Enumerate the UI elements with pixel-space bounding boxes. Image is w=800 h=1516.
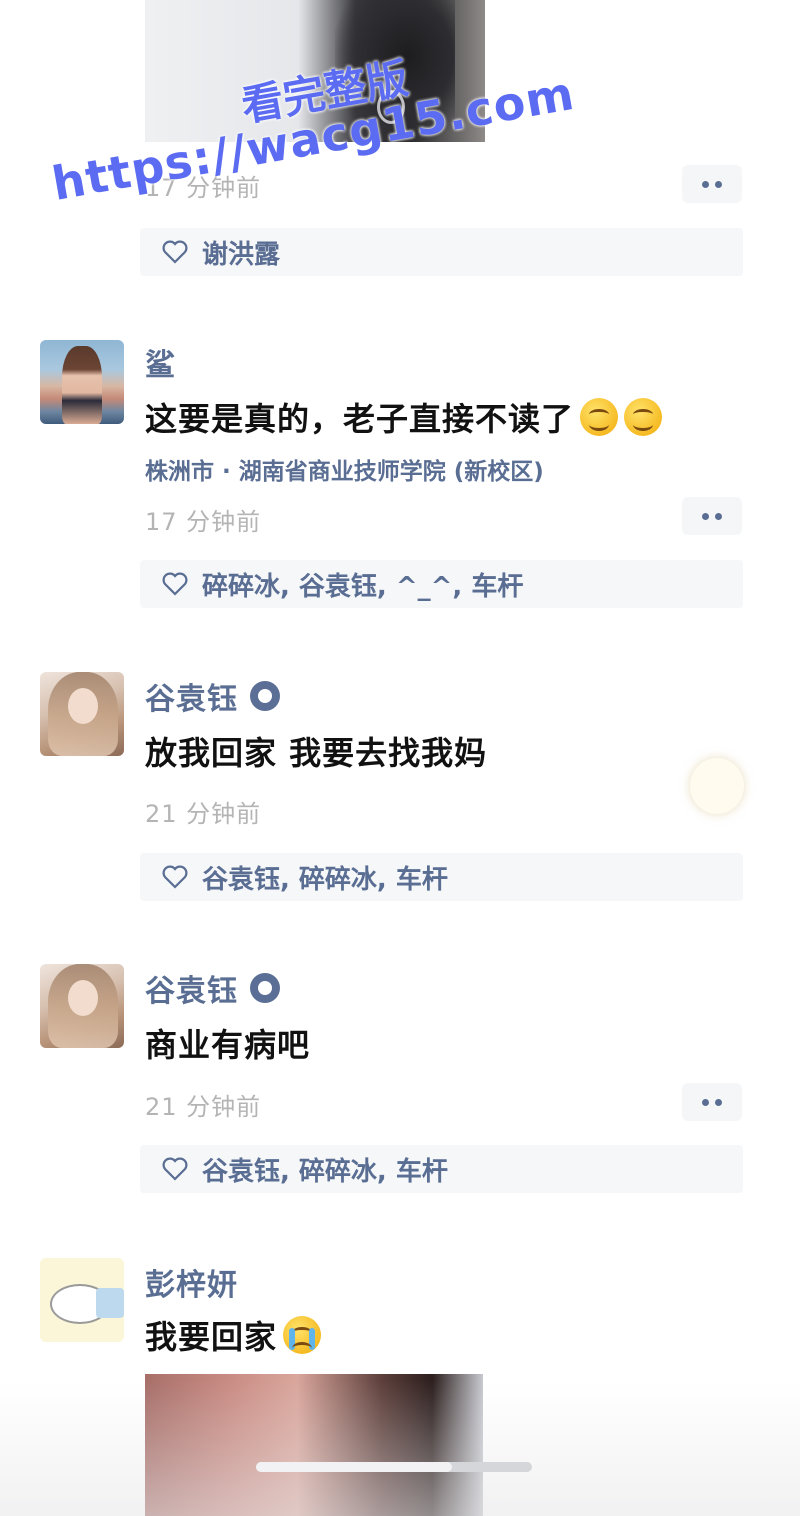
post-photo[interactable] xyxy=(145,1374,483,1516)
likes-bar: 谷袁钰, 碎碎冰, 车杆 xyxy=(140,1145,743,1193)
comment-text: 放我回家 我要去找我妈 xyxy=(145,734,488,772)
comment-content: 放我回家 我要去找我妈 xyxy=(145,728,487,774)
more-options-button[interactable] xyxy=(682,1083,742,1121)
likes-names[interactable]: 谢洪露 xyxy=(202,234,280,271)
location-link[interactable]: 株洲市 · 湖南省商业技师学院 (新校区) xyxy=(145,452,544,486)
username[interactable]: 谷袁钰 xyxy=(145,966,280,1010)
dot-icon xyxy=(715,1098,722,1106)
dot-icon xyxy=(702,180,709,188)
dot-icon xyxy=(702,512,709,520)
home-indicator-highlight xyxy=(256,1462,452,1472)
comment-content: 这要是真的，老子直接不读了 xyxy=(145,394,663,440)
more-options-button[interactable] xyxy=(682,165,742,203)
username[interactable]: 谷袁钰 xyxy=(145,674,280,718)
likes-names[interactable]: 碎碎冰, 谷袁钰, ^_^, 车杆 xyxy=(202,566,523,603)
username-text[interactable]: 谷袁钰 xyxy=(145,674,238,718)
heart-icon[interactable] xyxy=(162,1157,188,1181)
likes-names[interactable]: 谷袁钰, 碎碎冰, 车杆 xyxy=(202,859,448,896)
dot-icon xyxy=(715,512,722,520)
more-options-button[interactable] xyxy=(682,497,742,535)
smile-emoji-icon xyxy=(624,398,663,436)
comment-text: 这要是真的，老子直接不读了 xyxy=(145,400,575,438)
comment-content: 我要回家 xyxy=(145,1312,322,1358)
dot-icon xyxy=(715,180,722,188)
comment-content: 商业有病吧 xyxy=(145,1020,310,1066)
heart-icon[interactable] xyxy=(162,865,188,889)
likes-names[interactable]: 谷袁钰, 碎碎冰, 车杆 xyxy=(202,1151,448,1188)
dot-icon xyxy=(702,1098,709,1106)
post-time: 21 分钟前 xyxy=(145,800,262,828)
avatar[interactable] xyxy=(40,340,124,424)
vip-badge-icon xyxy=(250,681,280,711)
likes-bar: 谷袁钰, 碎碎冰, 车杆 xyxy=(140,853,743,901)
likes-bar: 碎碎冰, 谷袁钰, ^_^, 车杆 xyxy=(140,560,743,608)
vip-badge-icon xyxy=(250,973,280,1003)
username-text[interactable]: 谷袁钰 xyxy=(145,966,238,1010)
likes-bar: 谢洪露 xyxy=(140,228,743,276)
username[interactable]: 鲨 xyxy=(145,340,176,384)
comment-text: 我要回家 xyxy=(145,1318,278,1356)
crying-emoji-icon xyxy=(283,1316,322,1354)
avatar[interactable] xyxy=(40,672,124,756)
post-time: 17 分钟前 xyxy=(145,508,262,536)
username[interactable]: 彭梓妍 xyxy=(145,1260,238,1304)
heart-icon[interactable] xyxy=(162,240,188,264)
floating-sticker-icon[interactable] xyxy=(690,758,744,814)
avatar[interactable] xyxy=(40,1258,124,1342)
smile-emoji-icon xyxy=(580,398,619,436)
comment-text: 商业有病吧 xyxy=(145,1026,311,1064)
post-time: 21 分钟前 xyxy=(145,1093,262,1121)
heart-icon[interactable] xyxy=(162,572,188,596)
avatar[interactable] xyxy=(40,964,124,1048)
